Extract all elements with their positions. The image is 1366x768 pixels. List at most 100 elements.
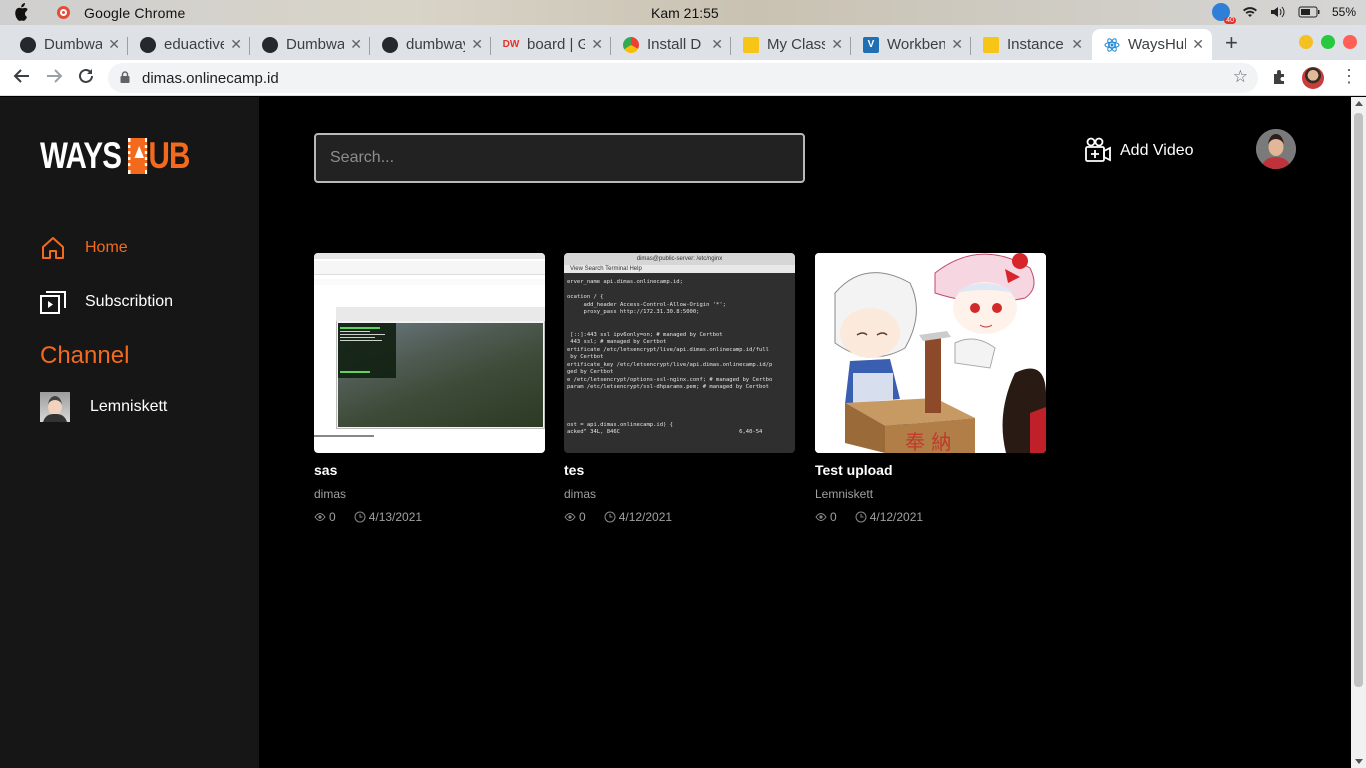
telegram-icon[interactable]: 40	[1211, 3, 1236, 24]
close-icon[interactable]: ✕	[471, 36, 483, 53]
apple-icon[interactable]	[14, 3, 30, 21]
upload-date: 4/12/2021	[618, 510, 673, 524]
video-author[interactable]: dimas	[564, 487, 795, 501]
view-count: 0	[830, 510, 837, 524]
app-name[interactable]: Google Chrome	[84, 5, 185, 21]
react-icon	[1104, 37, 1120, 52]
user-avatar[interactable]	[1256, 129, 1296, 169]
reload-icon[interactable]	[77, 67, 95, 85]
notification-badge: 40	[1224, 17, 1236, 24]
close-window-button[interactable]	[1343, 35, 1357, 49]
bookmark-star-icon[interactable]: ☆	[1233, 67, 1248, 87]
tab-dumbways-1[interactable]: Dumbways ✕	[0, 29, 128, 60]
video-thumbnail[interactable]: dimas@public-server: /etc/nginx View Sea…	[564, 253, 795, 453]
logo-text-right: UB	[148, 135, 190, 176]
wifi-icon[interactable]	[1242, 5, 1258, 19]
video-thumbnail[interactable]: 奉 納	[815, 253, 1046, 453]
views-icon	[815, 513, 827, 521]
video-thumbnail[interactable]	[314, 253, 545, 453]
video-author[interactable]: Lemniskett	[815, 487, 1046, 501]
close-icon[interactable]: ✕	[951, 36, 963, 53]
browser-toolbar: dimas.onlinecamp.id ☆ ⋮	[0, 60, 1366, 96]
close-icon[interactable]: ✕	[1192, 36, 1204, 53]
video-card-sas[interactable]: sas dimas 0 4/13/2021	[314, 253, 545, 524]
address-bar[interactable]: dimas.onlinecamp.id ☆	[108, 63, 1258, 93]
tab-wayshub[interactable]: WaysHub ✕	[1092, 29, 1212, 60]
search-input[interactable]	[314, 133, 805, 183]
clock[interactable]: Kam 21:55	[651, 5, 719, 21]
channel-heading: Channel	[40, 342, 130, 369]
close-icon[interactable]: ✕	[108, 36, 120, 53]
close-icon[interactable]: ✕	[831, 36, 843, 53]
svg-text:奉 納: 奉 納	[905, 430, 951, 453]
scrollbar-thumb[interactable]	[1354, 113, 1363, 687]
view-count: 0	[329, 510, 336, 524]
tab-title: dumbways	[406, 36, 465, 53]
maximize-window-button[interactable]	[1321, 35, 1335, 49]
extensions-icon[interactable]	[1271, 68, 1289, 86]
video-card-tes[interactable]: dimas@public-server: /etc/nginx View Sea…	[564, 253, 795, 524]
page-scrollbar[interactable]	[1351, 97, 1366, 768]
tab-title: Dumbways	[286, 36, 345, 53]
github-icon	[140, 36, 156, 53]
tab-title: eduactive	[164, 36, 225, 53]
close-icon[interactable]: ✕	[591, 36, 603, 53]
clock-icon	[855, 511, 867, 523]
close-icon[interactable]: ✕	[711, 36, 723, 53]
close-icon[interactable]: ✕	[1071, 36, 1083, 53]
profile-avatar[interactable]	[1302, 67, 1324, 89]
scroll-up-icon[interactable]	[1355, 101, 1363, 106]
anime-illustration: 奉 納	[815, 253, 1046, 453]
user-photo	[1256, 129, 1296, 169]
video-title[interactable]: tes	[564, 462, 795, 478]
lock-icon[interactable]	[120, 71, 130, 83]
logo-text-left: WAYS	[40, 135, 122, 176]
video-card-test-upload[interactable]: 奉 納 Test upload Lemniskett 0 4/12/2021	[815, 253, 1046, 524]
os-menu-bar: Google Chrome Kam 21:55 40 55%	[0, 0, 1366, 25]
video-title[interactable]: Test upload	[815, 462, 1046, 478]
tab-title: board | G	[527, 36, 586, 53]
video-author[interactable]: dimas	[314, 487, 545, 501]
close-icon[interactable]: ✕	[350, 36, 362, 53]
url-text[interactable]: dimas.onlinecamp.id	[142, 70, 279, 87]
terminal-title: dimas@public-server: /etc/nginx	[564, 253, 795, 265]
new-tab-button[interactable]: +	[1225, 30, 1238, 56]
scroll-down-icon[interactable]	[1355, 759, 1363, 764]
sidebar-item-label: Home	[85, 239, 128, 256]
video-title[interactable]: sas	[314, 462, 545, 478]
channel-item-lemniskett[interactable]: Lemniskett	[40, 392, 167, 422]
tab-title: WaysHub	[1128, 36, 1187, 53]
view-count: 0	[579, 510, 586, 524]
video-meta: 0 4/12/2021	[815, 510, 1046, 524]
upload-date: 4/12/2021	[869, 510, 924, 524]
channel-name: Lemniskett	[90, 398, 168, 415]
clock-icon	[354, 511, 366, 523]
tab-dumbways-2[interactable]: Dumbways ✕	[250, 29, 370, 60]
tab-board[interactable]: DW board | G ✕	[491, 29, 611, 60]
sidebar-item-subscription[interactable]: Subscribtion	[40, 289, 173, 315]
more-menu-icon[interactable]: ⋮	[1340, 66, 1358, 87]
add-video-label: Add Video	[1120, 141, 1194, 159]
subscription-icon	[40, 291, 66, 314]
minimize-window-button[interactable]	[1299, 35, 1313, 49]
forward-icon[interactable]	[45, 67, 63, 85]
volume-icon[interactable]	[1270, 5, 1286, 19]
tab-dumbways-3[interactable]: dumbways ✕	[370, 29, 491, 60]
wayshub-logo[interactable]: WAYS UB	[40, 135, 190, 176]
tab-eduactive[interactable]: eduactive ✕	[128, 29, 250, 60]
box-icon	[743, 36, 759, 53]
tab-title: Instance	[1007, 36, 1064, 53]
sidebar: WAYS UB Home Subscribtion Channel Lemnis…	[0, 97, 259, 768]
tab-workbench[interactable]: V Workbench ✕	[851, 29, 971, 60]
battery-icon[interactable]	[1298, 6, 1320, 18]
tab-install[interactable]: Install D ✕	[611, 29, 731, 60]
sidebar-item-home[interactable]: Home	[40, 235, 128, 261]
close-icon[interactable]: ✕	[230, 36, 242, 53]
back-icon[interactable]	[13, 67, 31, 85]
v-icon: V	[863, 36, 879, 53]
video-meta: 0 4/13/2021	[314, 510, 545, 524]
tab-my-class[interactable]: My Class ✕	[731, 29, 851, 60]
add-video-button[interactable]: Add Video	[1085, 137, 1194, 164]
add-video-icon	[1085, 137, 1111, 162]
tab-instance[interactable]: Instance ✕	[971, 29, 1091, 60]
